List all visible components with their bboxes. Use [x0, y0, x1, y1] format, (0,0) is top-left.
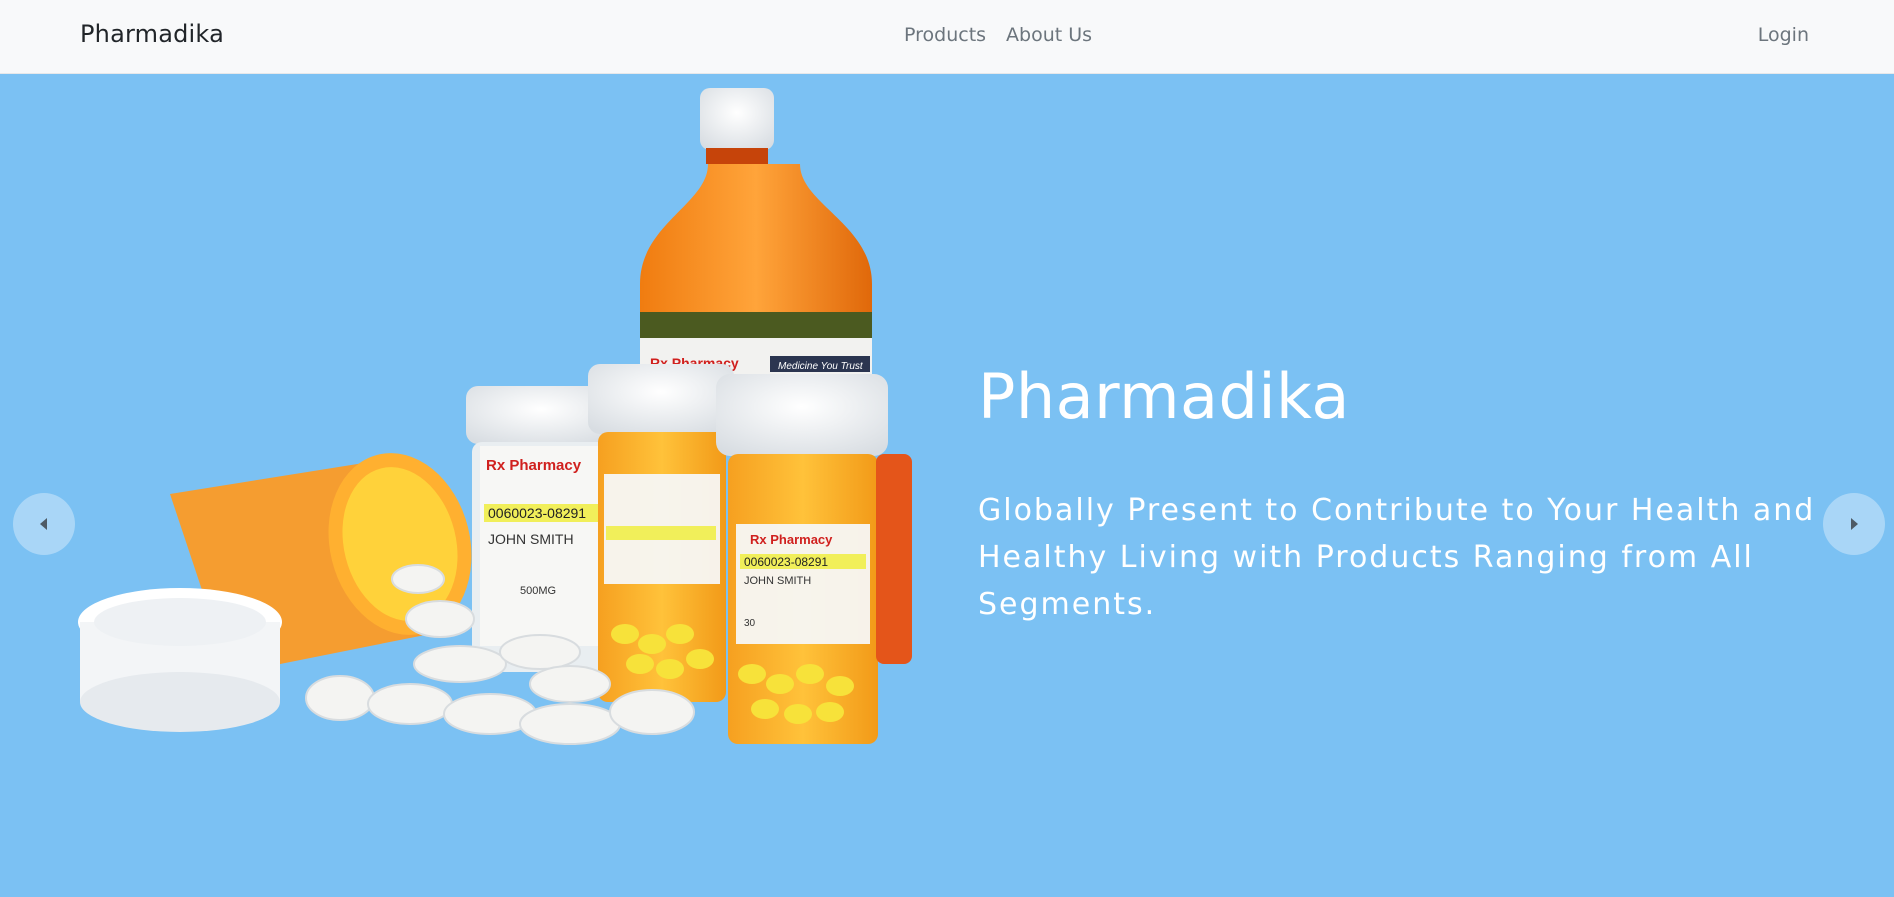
label-rx-number: 0060023-08291: [488, 505, 586, 521]
hero-carousel: Rx Pharmacy Medicine You Trust Rx Pharma…: [0, 74, 1894, 897]
chevron-right-icon: [1851, 518, 1858, 530]
hero-subtitle: Globally Present to Contribute to Your H…: [978, 493, 1816, 622]
syrup-bottle: Rx Pharmacy Medicine You Trust: [640, 88, 872, 404]
label-patient-2: JOHN SMITH: [744, 575, 811, 587]
label-patient: JOHN SMITH: [488, 531, 574, 547]
carousel-next-button[interactable]: [1823, 493, 1885, 555]
nav-link-about-us[interactable]: About Us: [1006, 24, 1092, 46]
loose-cap: [78, 588, 282, 732]
brand-logo[interactable]: Pharmadika: [80, 20, 224, 48]
label-dose: 500MG: [520, 585, 556, 597]
label-rx-number-2: 0060023-08291: [744, 555, 828, 569]
top-navbar: Pharmadika Products About Us Login: [0, 0, 1894, 74]
nav-link-products[interactable]: Products: [904, 24, 986, 46]
right-pill-bottle: Rx Pharmacy 0060023-08291 JOHN SMITH 30: [716, 374, 912, 744]
carousel-prev-button[interactable]: [13, 493, 75, 555]
label-rx-pharmacy-3: Rx Pharmacy: [750, 532, 833, 547]
nav-links: Products About Us: [904, 24, 1092, 46]
label-tagline: Medicine You Trust: [778, 361, 864, 372]
hero-title: Pharmadika: [978, 360, 1350, 433]
chevron-left-icon: [40, 518, 47, 530]
pill-bottles-image: Rx Pharmacy Medicine You Trust Rx Pharma…: [78, 88, 912, 745]
label-qty: 30: [744, 618, 756, 629]
login-link[interactable]: Login: [1758, 24, 1809, 46]
center-pill-bottle: [588, 364, 734, 702]
label-rx-pharmacy-2: Rx Pharmacy: [486, 457, 582, 474]
